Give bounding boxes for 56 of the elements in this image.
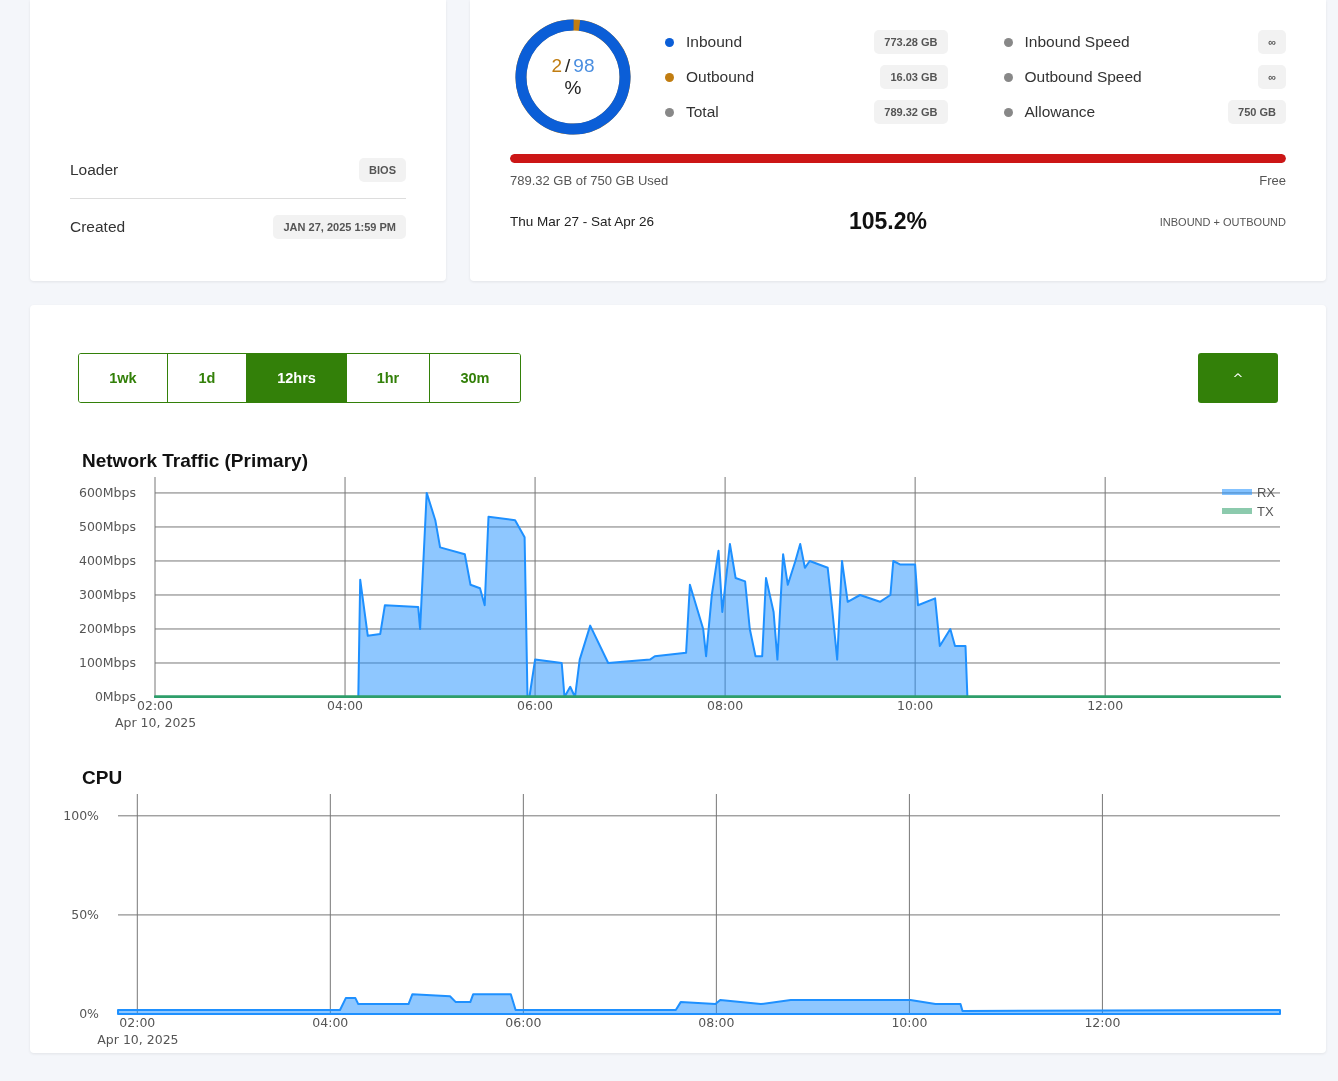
x-tick-label: 04:00	[327, 698, 364, 713]
y-tick-label: 200Mbps	[78, 621, 136, 636]
date-label: Apr 10, 2025	[97, 1032, 179, 1047]
billing-period: Thu Mar 27 - Sat Apr 26	[510, 214, 656, 229]
stat-value: 750 GB	[1228, 100, 1286, 124]
x-tick-label: 06:00	[505, 1015, 542, 1030]
y-tick-label: 100%	[63, 807, 99, 823]
x-tick-label: 12:00	[1087, 698, 1124, 713]
x-tick-label: 10:00	[891, 1015, 928, 1030]
outbound-share: 2	[551, 55, 563, 77]
usage-text: 789.32 GB of 750 GB Used	[510, 173, 669, 188]
stat-label: Outbound Speed	[1024, 68, 1142, 86]
x-tick-label: 02:00	[119, 1015, 156, 1030]
collapse-button[interactable]: ^	[1198, 353, 1278, 403]
stat-value: 789.32 GB	[874, 100, 948, 124]
x-tick-label: 06:00	[517, 698, 554, 713]
stat-value: ∞	[1258, 65, 1286, 89]
x-tick-label: 08:00	[698, 1015, 735, 1030]
share-separator: /	[565, 55, 571, 77]
y-tick-label: 500Mbps	[78, 518, 136, 534]
x-tick-label: 04:00	[312, 1015, 349, 1030]
stat-value: ∞	[1258, 30, 1286, 54]
detail-value: JAN 27, 2025 1:59 PM	[273, 215, 406, 239]
detail-value: BIOS	[359, 158, 406, 182]
y-tick-label: 100Mbps	[78, 655, 136, 670]
date-label: Apr 10, 2025	[115, 715, 197, 730]
stat-value: 16.03 GB	[880, 65, 948, 89]
legend-label: TX	[1257, 504, 1274, 519]
chart-title: CPU	[82, 766, 124, 790]
y-tick-label: 0%	[79, 1006, 99, 1021]
y-tick-label: 0Mbps	[94, 689, 136, 704]
range-tab[interactable]: 30m	[429, 354, 520, 402]
x-tick-label: 02:00	[137, 698, 173, 713]
x-tick-label: 12:00	[1084, 1015, 1121, 1030]
stat-label: Inbound Speed	[1024, 33, 1130, 51]
stat-label: Total	[686, 103, 719, 121]
stat-label: Inbound	[686, 33, 743, 51]
stat-label: Outbound	[686, 68, 755, 86]
y-tick-label: 300Mbps	[78, 586, 136, 602]
detail-label: Created	[70, 218, 126, 236]
detail-label: Loader	[70, 161, 119, 179]
y-tick-label: 50%	[71, 906, 99, 922]
usage-percent: 105.2%	[849, 208, 928, 235]
x-tick-label: 10:00	[897, 698, 934, 713]
usage-basis: INBOUND + OUTBOUND	[1159, 215, 1286, 228]
x-tick-label: 08:00	[707, 698, 744, 713]
stat-label: Allowance	[1024, 103, 1096, 121]
free-text: Free	[1259, 173, 1286, 188]
legend-label: RX	[1257, 485, 1276, 500]
inbound-share: 98	[573, 55, 595, 77]
y-tick-label: 600Mbps	[78, 484, 136, 500]
chart-title: Network Traffic (Primary)	[82, 449, 309, 473]
range-tab[interactable]: 12hrs	[246, 354, 346, 402]
stat-value: 773.28 GB	[874, 30, 948, 54]
percent-unit: %	[564, 77, 582, 99]
y-tick-label: 400Mbps	[78, 552, 136, 568]
